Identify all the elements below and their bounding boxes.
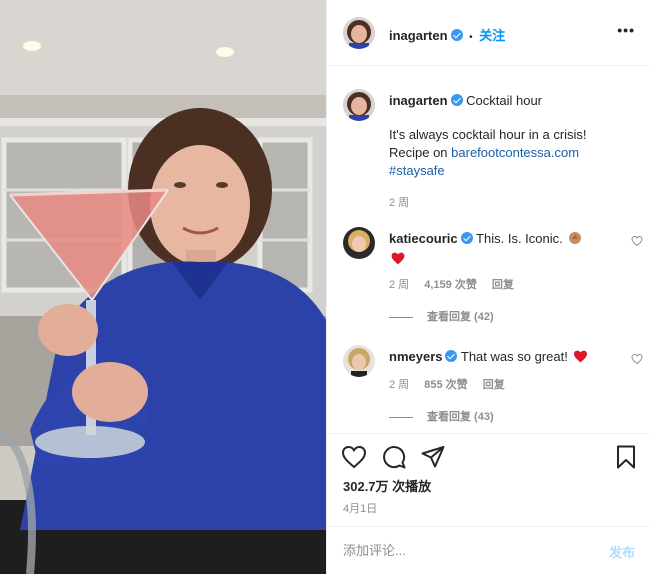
caption-body: inagarten Cocktail hour It's always cock… xyxy=(389,92,639,212)
comment-username[interactable]: nmeyers xyxy=(389,349,442,364)
bookmark-icon[interactable] xyxy=(613,444,639,470)
verified-badge-icon xyxy=(450,94,463,106)
comment-username[interactable]: katiecouric xyxy=(389,231,458,246)
red-heart-icon xyxy=(391,252,405,270)
add-comment-bar: 发布 xyxy=(327,526,650,574)
view-replies-label[interactable]: 查看回复 (43) xyxy=(427,411,494,423)
commenter-avatar[interactable] xyxy=(343,227,375,259)
post-video[interactable] xyxy=(0,0,326,574)
reply-button[interactable]: 回复 xyxy=(492,279,514,291)
separator-dot: • xyxy=(469,32,473,43)
post-details-panel: inagarten • 关注 ••• inagarten Cocktail ho… xyxy=(326,0,650,574)
video-frame-illustration xyxy=(0,0,326,574)
post-comment-button[interactable]: 发布 xyxy=(609,542,635,561)
verified-badge-icon xyxy=(450,29,463,41)
post-header: inagarten • 关注 ••• xyxy=(327,0,650,66)
author-username[interactable]: inagarten xyxy=(389,28,448,43)
reply-button[interactable]: 回复 xyxy=(483,379,505,391)
post-date[interactable]: 4月1日 xyxy=(343,500,377,516)
commenter-avatar[interactable] xyxy=(343,345,375,377)
caption-author-avatar[interactable] xyxy=(343,89,375,121)
verified-badge-icon xyxy=(460,232,473,244)
comment-input[interactable] xyxy=(343,539,583,561)
comment-text: That was so great! xyxy=(460,349,568,364)
follow-button[interactable]: 关注 xyxy=(479,28,505,43)
like-comment-heart-icon[interactable] xyxy=(631,353,643,365)
comment-likes[interactable]: 855 次赞 xyxy=(424,379,467,391)
clapping-hands-icon xyxy=(568,231,582,250)
comment-meta: 2 周 855 次赞 回复 xyxy=(389,376,517,392)
author-avatar[interactable] xyxy=(343,17,375,49)
heart-icon[interactable] xyxy=(341,444,367,470)
caption-time[interactable]: 2 周 xyxy=(389,194,639,212)
header-user-line: inagarten • 关注 xyxy=(389,25,505,44)
red-heart-icon xyxy=(573,350,588,368)
comment-time[interactable]: 2 周 xyxy=(389,279,409,291)
caption-text-line1: It's always cocktail hour in a crisis! xyxy=(389,127,587,142)
view-replies-button[interactable]: 查看回复 (42) xyxy=(389,308,494,324)
post-actions: 302.7万 次播放 4月1日 xyxy=(327,433,650,533)
comment-body: katiecouric This. Is. Iconic. xyxy=(389,230,609,270)
comment-text: This. Is. Iconic. xyxy=(476,231,563,246)
like-comment-heart-icon[interactable] xyxy=(631,235,643,247)
comments-list[interactable]: inagarten Cocktail hour It's always cock… xyxy=(327,67,650,433)
caption-title: Cocktail hour xyxy=(466,93,543,108)
comment-icon[interactable] xyxy=(381,444,407,470)
replies-divider-line xyxy=(389,316,413,318)
more-options-icon[interactable]: ••• xyxy=(617,22,635,38)
comment-likes[interactable]: 4,159 次赞 xyxy=(424,279,477,291)
caption-title-line: inagarten Cocktail hour xyxy=(389,92,639,110)
replies-divider-line xyxy=(389,416,413,418)
view-replies-label[interactable]: 查看回复 (42) xyxy=(427,311,494,323)
share-icon[interactable] xyxy=(420,444,446,470)
view-replies-button[interactable]: 查看回复 (43) xyxy=(389,408,494,424)
verified-badge-icon xyxy=(445,350,458,362)
caption-recipe-line: Recipe on barefootcontessa.com xyxy=(389,144,639,162)
comment-body: nmeyers That was so great! xyxy=(389,348,609,368)
comment-meta: 2 周 4,159 次赞 回复 xyxy=(389,276,526,292)
caption-username[interactable]: inagarten xyxy=(389,93,448,108)
caption-hashtag[interactable]: #staysafe xyxy=(389,162,639,180)
comment-time[interactable]: 2 周 xyxy=(389,379,409,391)
caption-link[interactable]: barefootcontessa.com xyxy=(451,145,579,160)
caption-recipe-prefix: Recipe on xyxy=(389,145,452,160)
view-count[interactable]: 302.7万 次播放 xyxy=(343,476,431,495)
